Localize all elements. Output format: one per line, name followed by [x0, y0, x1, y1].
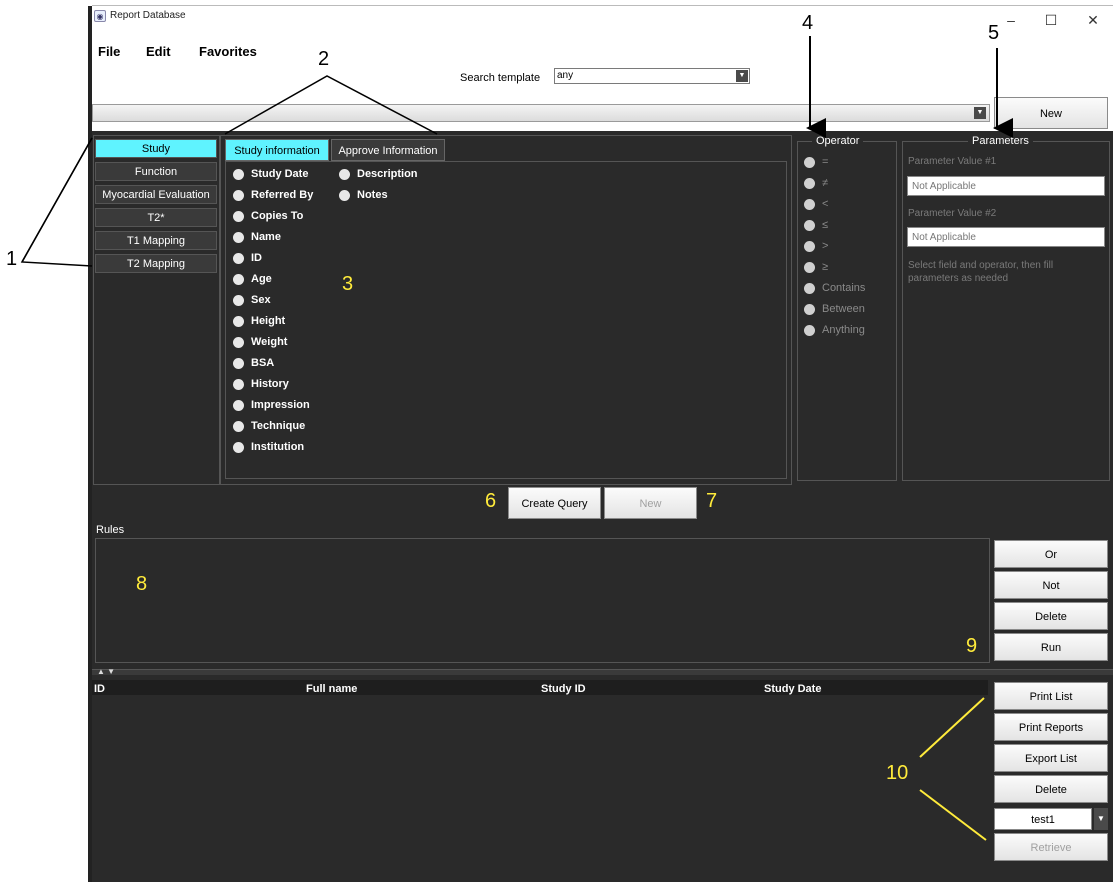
callout-lines	[20, 36, 1013, 841]
